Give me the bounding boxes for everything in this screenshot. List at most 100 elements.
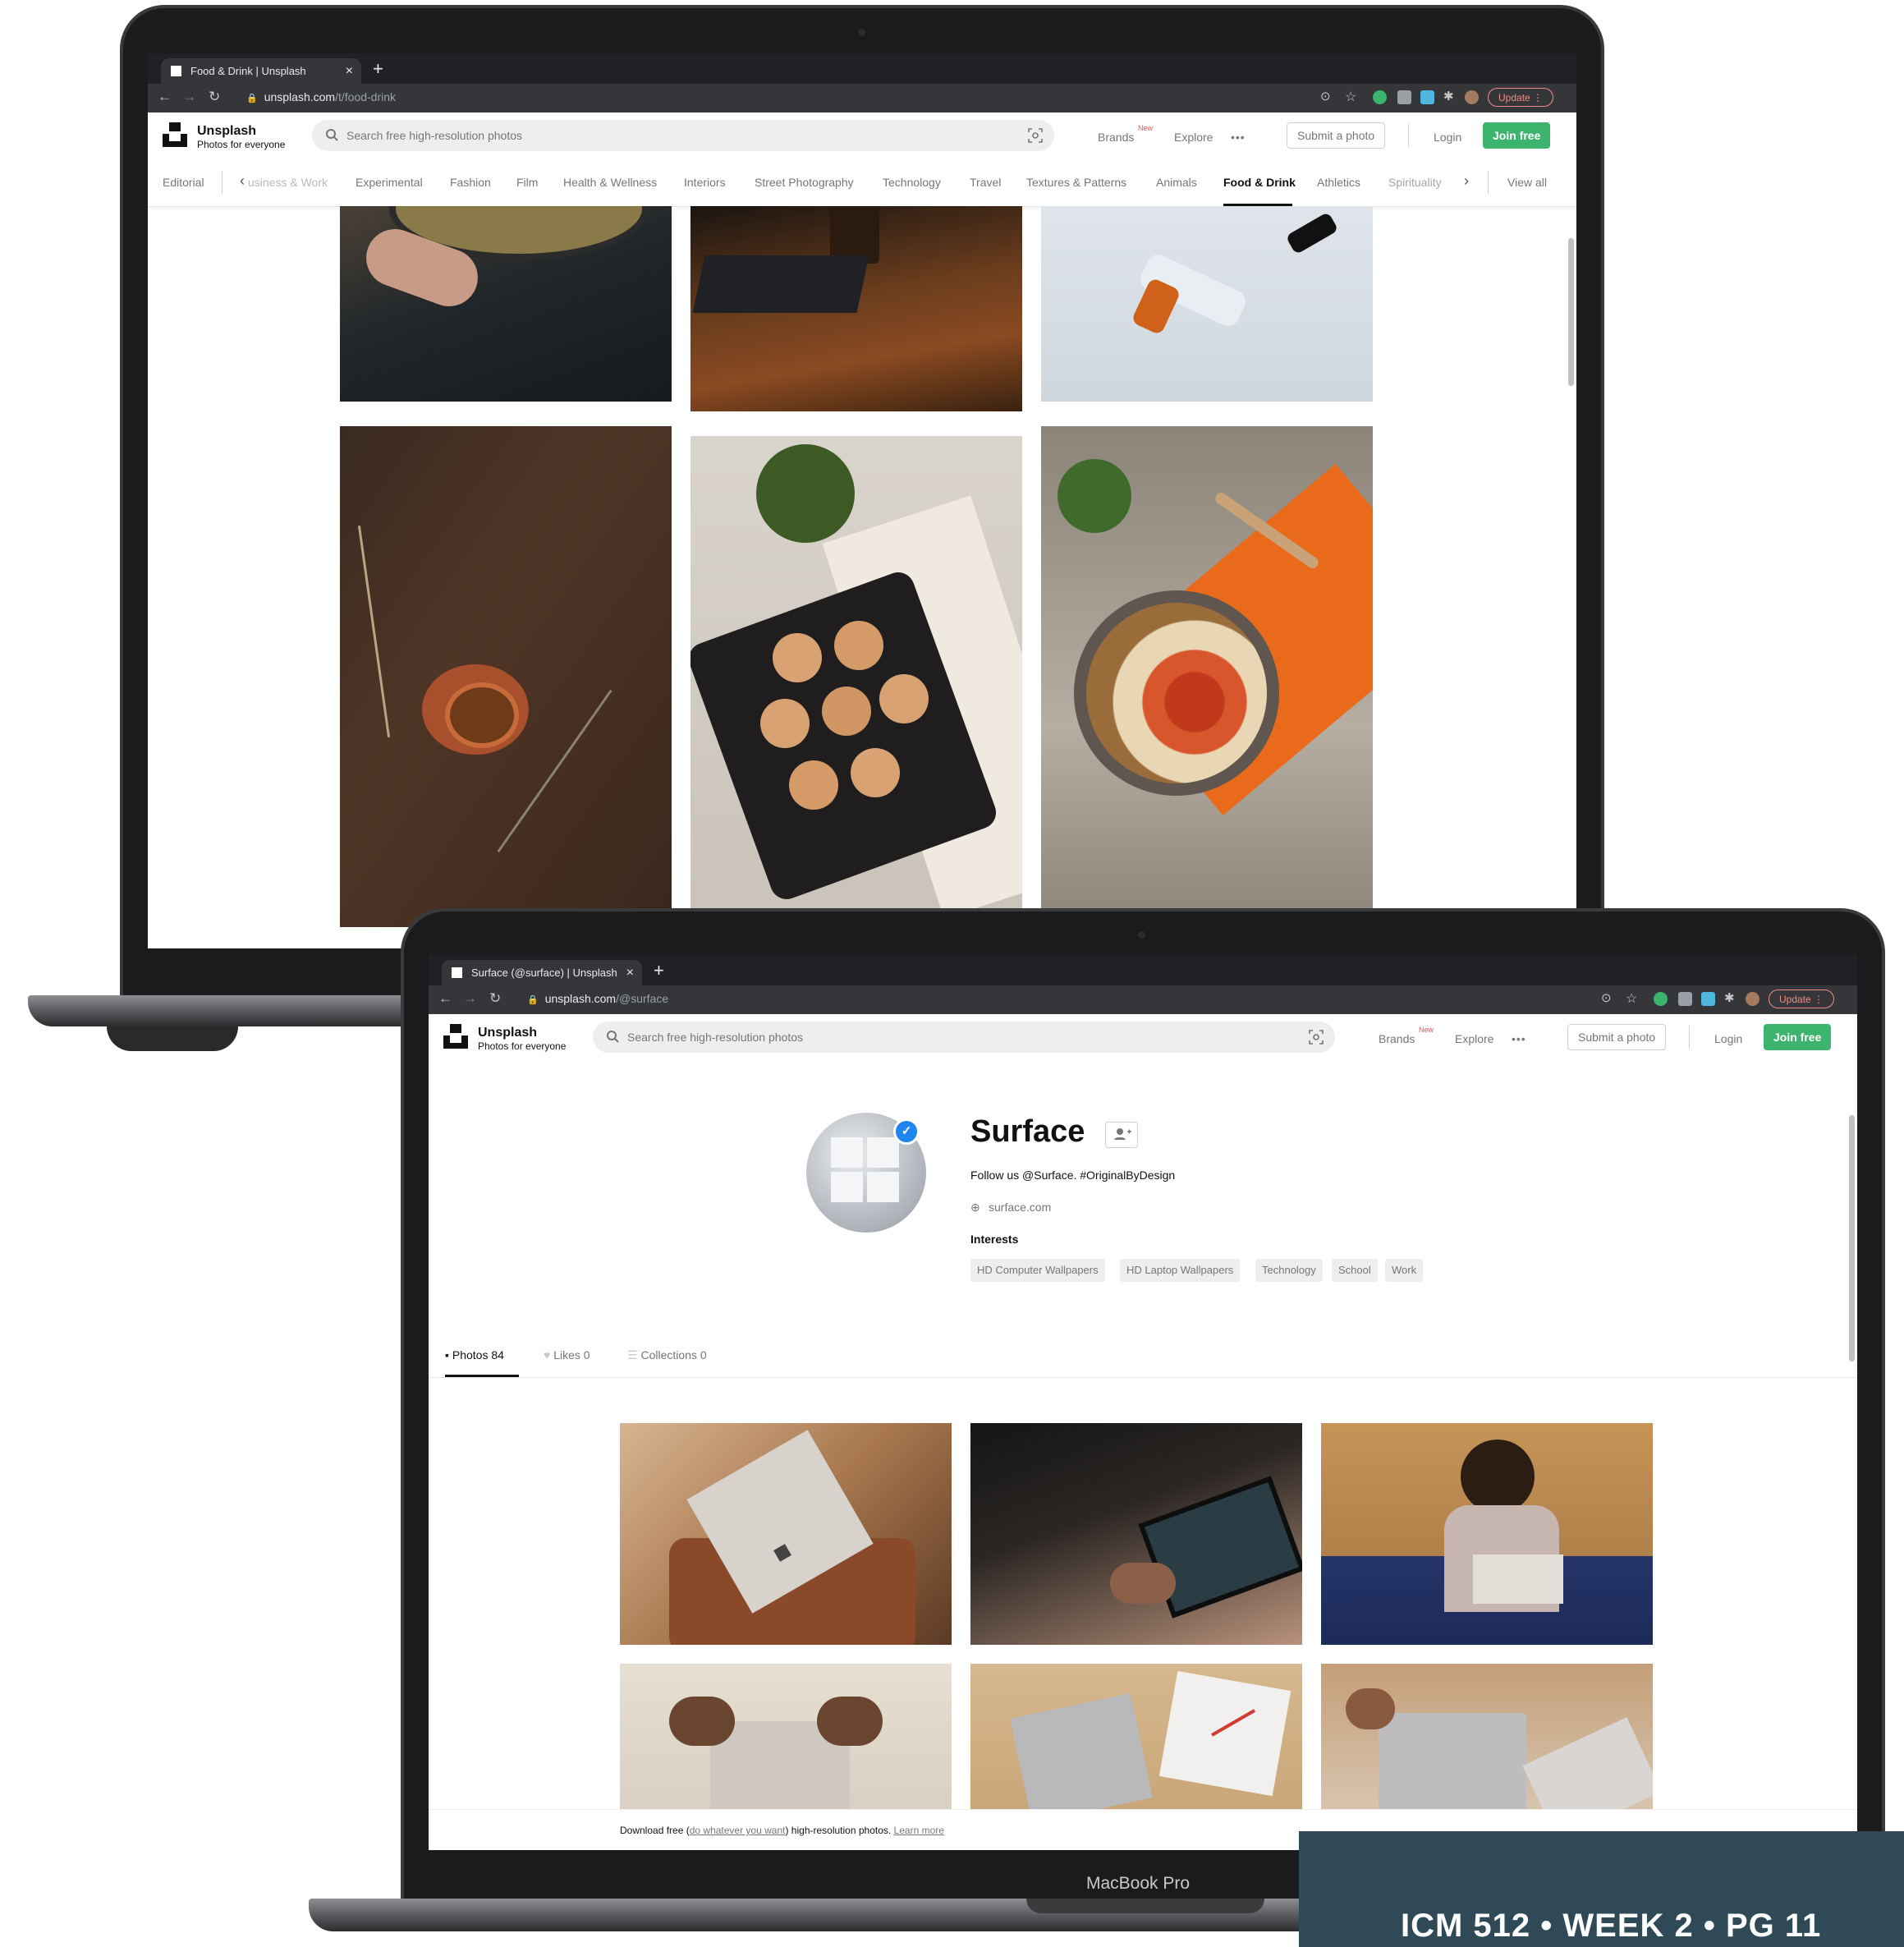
new-tab-icon[interactable]: + [373, 58, 383, 80]
photo-salad-bowl-orange-cloth[interactable] [1041, 426, 1373, 927]
photo-scones-tray-newspaper[interactable] [690, 436, 1022, 927]
join-free-button[interactable]: Join free [1483, 122, 1551, 149]
hand-shape [817, 1697, 883, 1746]
interest-chip[interactable]: Technology [1255, 1259, 1323, 1282]
search-icon[interactable] [325, 128, 339, 142]
forward-arrow-icon[interactable]: → [182, 89, 196, 105]
scrollbar[interactable] [1568, 238, 1574, 386]
extensions-puzzle-icon[interactable]: ✱ [1724, 990, 1735, 1005]
topic-film[interactable]: Film [516, 176, 538, 189]
scroll-right-icon[interactable]: › [1464, 172, 1469, 190]
update-button[interactable]: Update ⋮ [1488, 88, 1554, 107]
interest-chip[interactable]: School [1332, 1259, 1378, 1282]
topic-athletics[interactable]: Athletics [1317, 176, 1360, 189]
photo-hands-bowl[interactable] [340, 206, 672, 402]
topic-business-work[interactable]: usiness & Work [248, 176, 328, 189]
search-icon[interactable] [606, 1030, 620, 1044]
back-arrow-icon[interactable]: ← [158, 89, 172, 105]
tab-photos[interactable]: ▪ Photos 84 [445, 1348, 504, 1362]
interest-chip[interactable]: HD Computer Wallpapers [970, 1259, 1105, 1282]
brand-name[interactable]: Unsplash [478, 1026, 537, 1040]
close-tab-icon[interactable]: × [346, 58, 353, 84]
url-field[interactable]: 🔒 unsplash.com/t/food-drink [246, 90, 396, 103]
brands-link[interactable]: Brands [1379, 1032, 1415, 1045]
topic-food-drink[interactable]: Food & Drink [1223, 176, 1296, 189]
reload-icon[interactable]: ↻ [209, 89, 220, 105]
login-link[interactable]: Login [1434, 131, 1461, 144]
unsplash-logo-icon[interactable] [443, 1024, 468, 1049]
bookmark-star-icon[interactable]: ☆ [1626, 990, 1637, 1007]
extension-grey-icon[interactable] [1397, 90, 1411, 104]
explore-link[interactable]: Explore [1174, 131, 1213, 144]
topic-street-photography[interactable]: Street Photography [755, 176, 854, 189]
topic-animals[interactable]: Animals [1156, 176, 1197, 189]
tab-collections[interactable]: ☰ Collections 0 [627, 1348, 707, 1362]
laptop-shape [1379, 1713, 1526, 1809]
extension-grey-icon[interactable] [1678, 992, 1692, 1006]
profile-avatar-icon[interactable] [1746, 992, 1759, 1006]
more-menu-icon[interactable]: ••• [1231, 131, 1246, 144]
visual-search-icon[interactable] [1028, 128, 1043, 143]
close-tab-icon[interactable]: × [626, 960, 634, 985]
photo-laptop-notebook-desk[interactable] [970, 1664, 1302, 1809]
extension-green-icon[interactable] [1373, 90, 1387, 104]
cast-icon[interactable]: ⊙ [1601, 990, 1612, 1005]
topic-experimental[interactable]: Experimental [356, 176, 423, 189]
topic-health-wellness[interactable]: Health & Wellness [563, 176, 657, 189]
topic-travel[interactable]: Travel [970, 176, 1001, 189]
new-tab-icon[interactable]: + [654, 960, 664, 981]
join-free-button[interactable]: Join free [1764, 1024, 1832, 1050]
brands-link[interactable]: Brands [1098, 131, 1134, 144]
photo-hands-laptop-top[interactable] [620, 1664, 952, 1809]
login-link[interactable]: Login [1714, 1032, 1742, 1045]
photo-wood-table-bottle[interactable] [690, 206, 1022, 411]
submit-photo-button[interactable]: Submit a photo [1287, 122, 1386, 149]
bookmark-star-icon[interactable]: ☆ [1345, 89, 1356, 105]
forward-arrow-icon[interactable]: → [463, 990, 477, 1007]
learn-more-link[interactable]: Learn more [894, 1825, 944, 1836]
back-arrow-icon[interactable]: ← [438, 990, 452, 1007]
search-input[interactable] [346, 120, 987, 151]
topic-textures-patterns[interactable]: Textures & Patterns [1026, 176, 1126, 189]
extension-green-icon[interactable] [1654, 992, 1668, 1006]
topic-editorial[interactable]: Editorial [163, 176, 204, 189]
extension-blue-icon[interactable] [1420, 90, 1434, 104]
brand-name[interactable]: Unsplash [197, 124, 256, 139]
cast-icon[interactable]: ⊙ [1320, 89, 1331, 103]
submit-photo-button[interactable]: Submit a photo [1567, 1024, 1667, 1050]
extension-blue-icon[interactable] [1701, 992, 1715, 1006]
photo-oil-dropper[interactable] [1041, 206, 1373, 402]
url-path: /@surface [616, 992, 669, 1005]
topic-spirituality[interactable]: Spirituality [1388, 176, 1442, 189]
browser-tab[interactable]: Food & Drink | Unsplash × [161, 58, 361, 84]
photo-tea-cup-dried-flowers[interactable] [340, 426, 672, 927]
profile-website-link[interactable]: surface.com [989, 1201, 1051, 1214]
more-menu-icon[interactable]: ••• [1512, 1032, 1526, 1045]
url-field[interactable]: 🔒 unsplash.com/@surface [527, 992, 668, 1005]
follow-button[interactable] [1105, 1122, 1138, 1148]
explore-link[interactable]: Explore [1455, 1032, 1493, 1045]
tab-likes[interactable]: ♥ Likes 0 [544, 1348, 590, 1362]
extensions-puzzle-icon[interactable]: ✱ [1443, 89, 1454, 103]
topic-interiors[interactable]: Interiors [684, 176, 726, 189]
unsplash-logo-icon[interactable] [163, 122, 187, 147]
topic-technology[interactable]: Technology [883, 176, 941, 189]
photo-woman-laptop-couch[interactable] [1321, 1423, 1653, 1645]
laptop-back-foot [107, 1026, 238, 1051]
interest-chip[interactable]: HD Laptop Wallpapers [1120, 1259, 1241, 1282]
topic-fashion[interactable]: Fashion [450, 176, 491, 189]
license-link[interactable]: do whatever you want [690, 1825, 786, 1836]
photo-typing-laptop[interactable] [1321, 1664, 1653, 1809]
scroll-left-icon[interactable]: ‹ [240, 172, 245, 190]
visual-search-icon[interactable] [1309, 1030, 1324, 1045]
search-input[interactable] [627, 1022, 1268, 1053]
reload-icon[interactable]: ↻ [489, 990, 501, 1007]
interest-chip[interactable]: Work [1385, 1259, 1424, 1282]
profile-avatar-icon[interactable] [1465, 90, 1479, 104]
photo-laptop-into-bag[interactable] [620, 1423, 952, 1645]
scrollbar[interactable] [1849, 1115, 1855, 1362]
update-button[interactable]: Update ⋮ [1769, 990, 1835, 1008]
view-all-link[interactable]: View all [1507, 176, 1547, 189]
browser-tab[interactable]: Surface (@surface) | Unsplash × [442, 960, 642, 985]
photo-tablet-game[interactable] [970, 1423, 1302, 1645]
